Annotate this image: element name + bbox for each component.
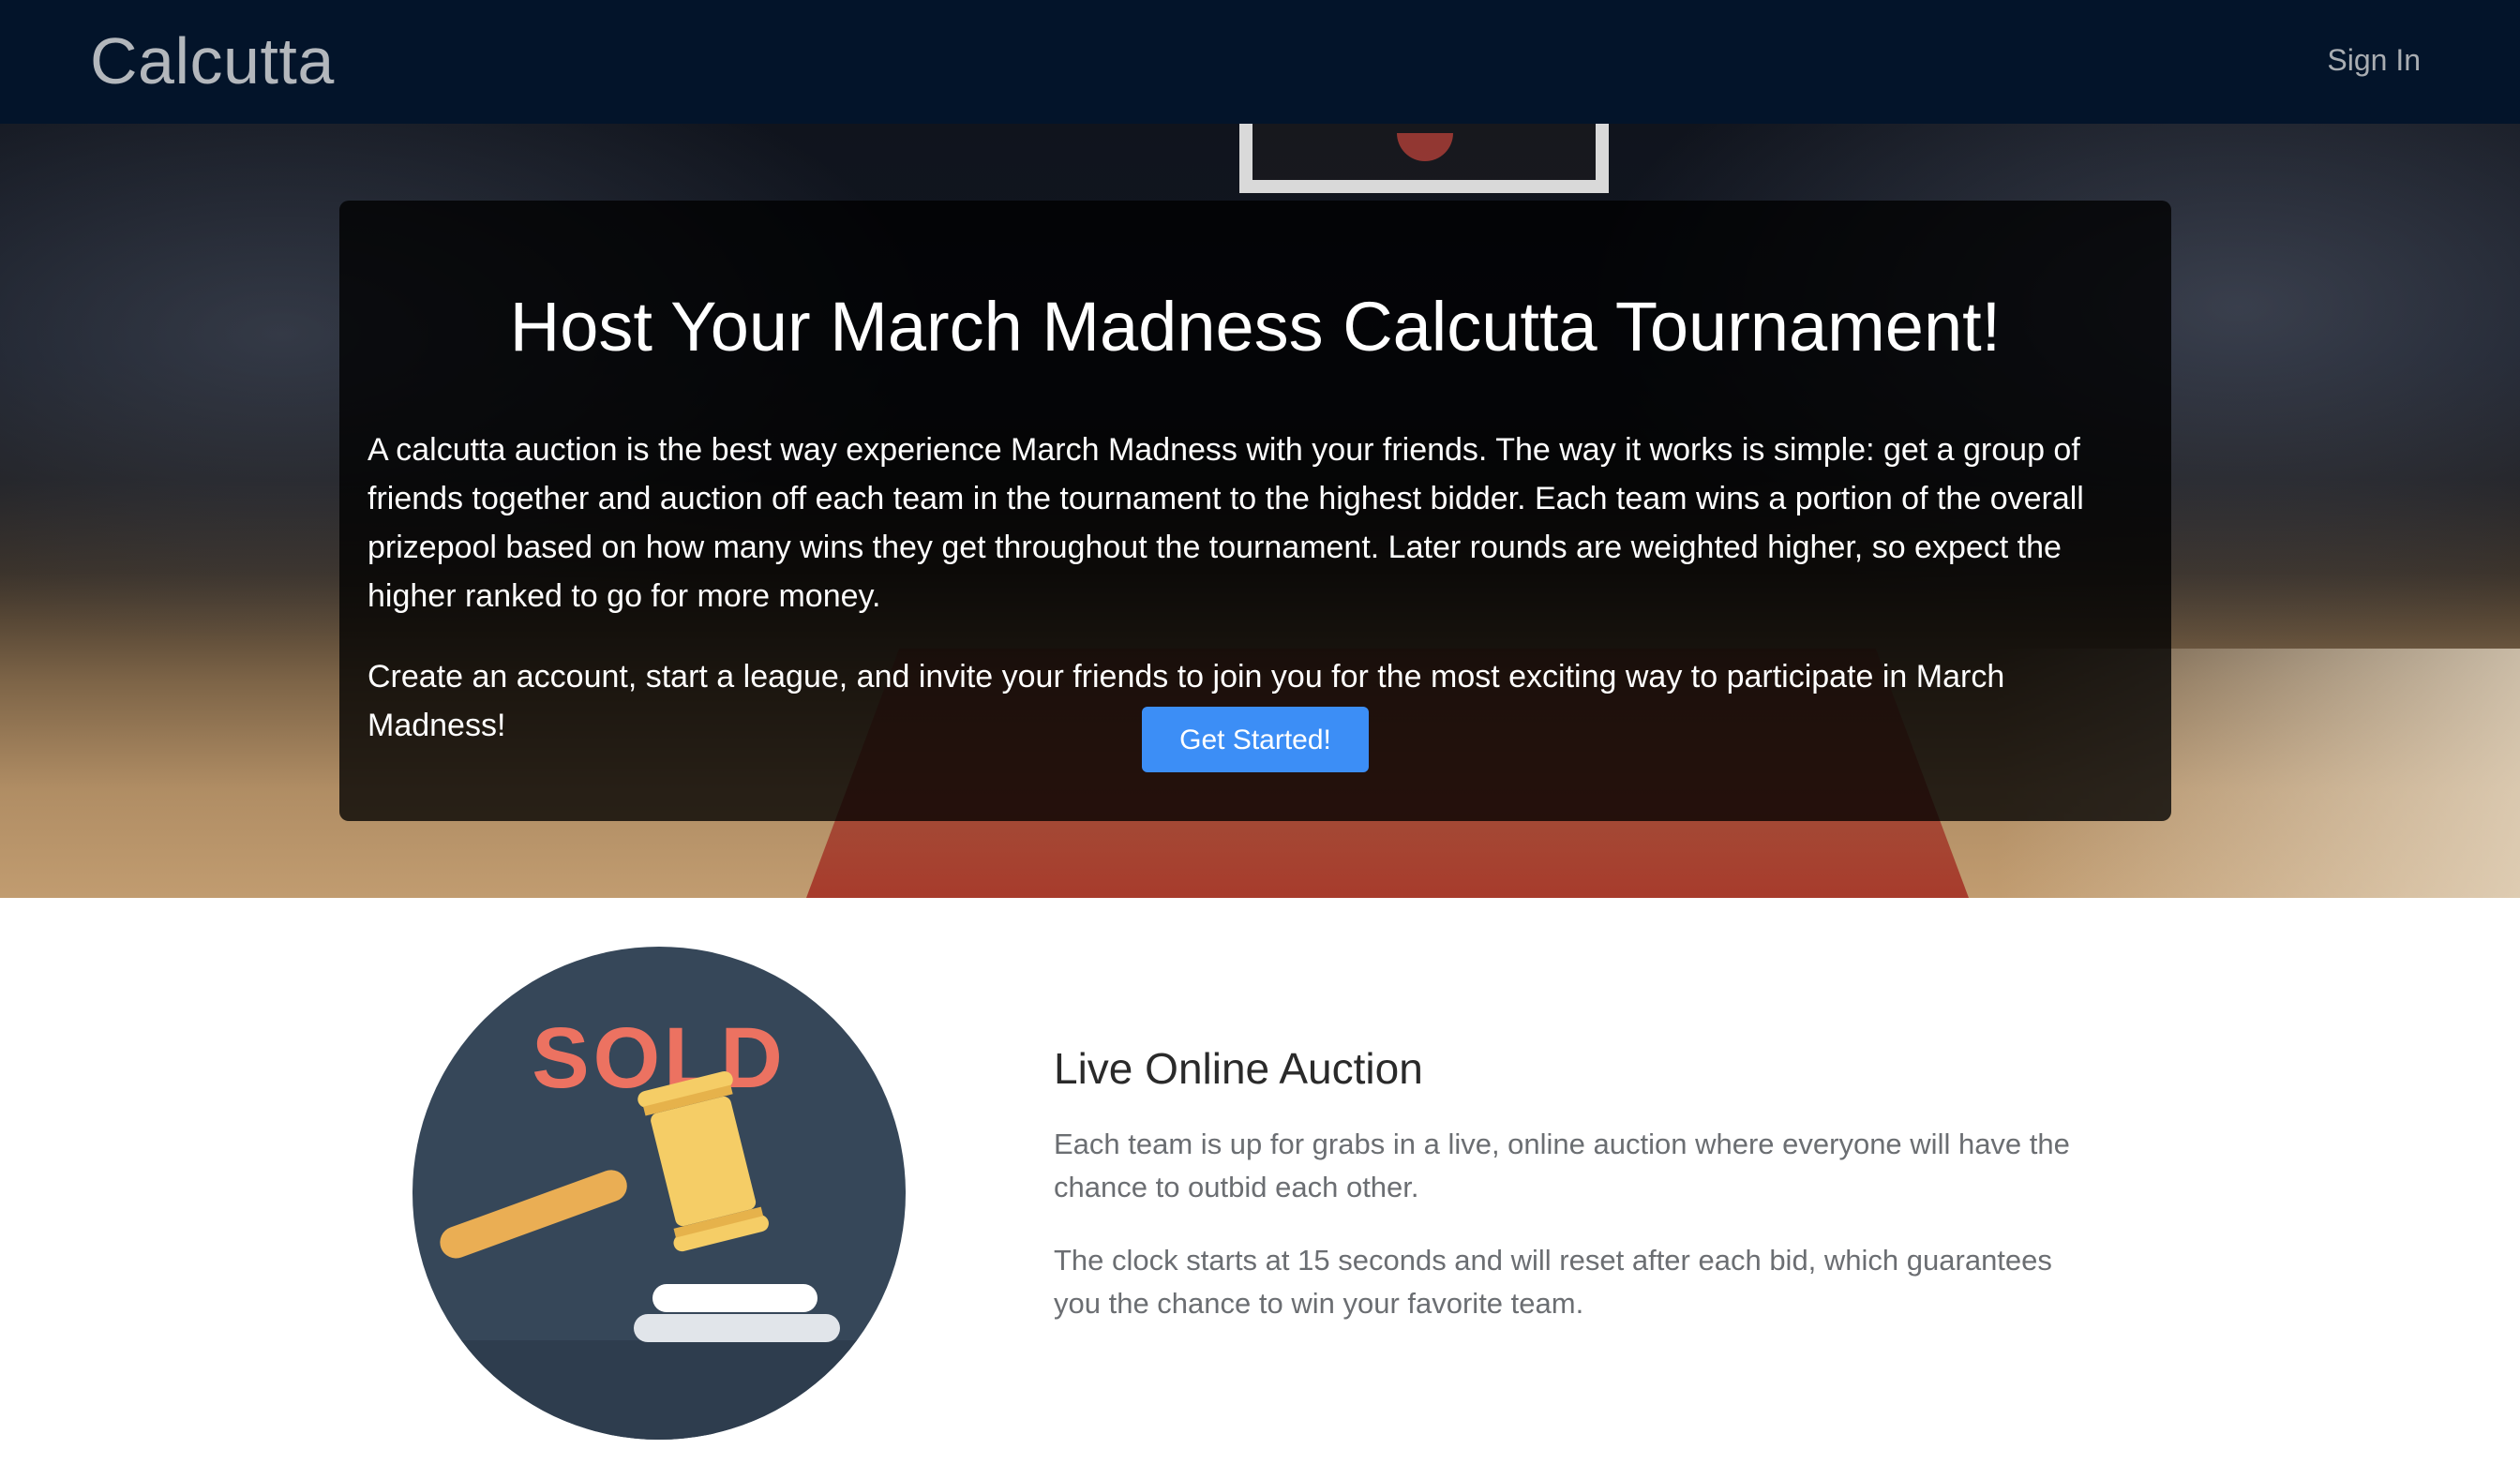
hero-title: Host Your March Madness Calcutta Tournam…: [509, 288, 2002, 366]
feature-paragraph-1: Each team is up for grabs in a live, onl…: [1054, 1128, 2070, 1203]
top-navbar: Calcutta Sign In: [0, 0, 2520, 124]
table-surface: [412, 1340, 906, 1440]
live-auction-feature: SOLD Live Online Auction Each team is up…: [0, 898, 2520, 1479]
brand-logo-link[interactable]: Calcutta: [90, 21, 335, 101]
feature-paragraph-2: The clock starts at 15 seconds and will …: [1054, 1244, 2052, 1320]
sign-in-link[interactable]: Sign In: [2327, 37, 2421, 82]
hero-section: Host Your March Madness Calcutta Tournam…: [0, 124, 2520, 898]
sold-gavel-illustration: SOLD: [412, 947, 906, 1440]
get-started-button[interactable]: Get Started!: [1142, 707, 1369, 772]
feature-heading: Live Online Auction: [1054, 1044, 1423, 1093]
hero-intro-paragraph: A calcutta auction is the best way exper…: [368, 432, 2084, 614]
